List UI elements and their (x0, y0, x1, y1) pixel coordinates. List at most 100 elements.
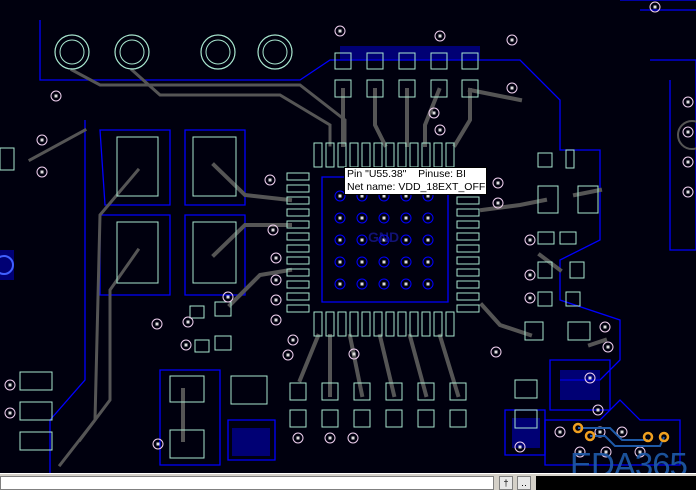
mounting-hole-inner (205, 39, 231, 65)
pad (397, 142, 407, 168)
via-drill (351, 436, 355, 440)
pad (456, 304, 480, 313)
pad (417, 409, 435, 428)
via-drill (382, 282, 386, 286)
bottom-bar: † ‥ (0, 473, 696, 490)
via-drill (438, 34, 442, 38)
pad (456, 280, 480, 289)
pcb-layout[interactable] (0, 0, 696, 473)
via-drill (8, 411, 12, 415)
pad (353, 409, 371, 428)
via-drill (274, 278, 278, 282)
via-drill (291, 338, 295, 342)
via-drill (598, 430, 602, 434)
via-drill (596, 408, 600, 412)
via-drill (271, 228, 275, 232)
via-drill (528, 296, 532, 300)
mounting-hole-inner (119, 39, 145, 65)
via-drill (226, 295, 230, 299)
via-drill (494, 350, 498, 354)
pad (361, 311, 371, 337)
via-drill (382, 260, 386, 264)
via-drill (426, 238, 430, 242)
via-drill (338, 238, 342, 242)
toolbar-button-2[interactable]: ‥ (517, 476, 531, 490)
trace (297, 333, 321, 383)
traces (27, 67, 608, 468)
pad (445, 311, 455, 337)
trace (377, 333, 397, 398)
via-drill (274, 318, 278, 322)
via-drill (518, 445, 522, 449)
via-drill (653, 5, 657, 9)
via-drill (510, 38, 514, 42)
pcb-canvas[interactable]: GND Pin "U55.38" Pinuse: BI Net name: VDD… (0, 0, 696, 481)
pad (567, 321, 591, 341)
command-input[interactable] (0, 476, 494, 490)
mounting-hole-inner (262, 39, 288, 65)
pad (286, 208, 310, 217)
via-drill (360, 282, 364, 286)
via-drill (426, 216, 430, 220)
pad (286, 292, 310, 301)
via-drill (404, 216, 408, 220)
via-drill (438, 128, 442, 132)
via-drill (338, 282, 342, 286)
pad (456, 268, 480, 277)
via-drill (338, 194, 342, 198)
pad (313, 142, 323, 168)
pad (421, 311, 431, 337)
pad (289, 409, 307, 428)
via-drill (558, 430, 562, 434)
pad (514, 379, 538, 399)
mounting-hole-inner (59, 39, 85, 65)
toolbar-button-1[interactable]: † (499, 476, 513, 490)
pad (409, 142, 419, 168)
trace (77, 247, 141, 443)
trace (27, 127, 88, 163)
pad (373, 311, 383, 337)
pad (286, 304, 310, 313)
pad (349, 311, 359, 337)
tooltip-pin-line: Pin "U55.38" Pinuse: BI (347, 168, 466, 180)
thermal-pad-label: GND (368, 229, 400, 245)
via-drill (338, 216, 342, 220)
pad (385, 409, 403, 428)
pad (19, 431, 53, 451)
via-drill (274, 256, 278, 260)
trace (587, 337, 608, 348)
pad (456, 232, 480, 241)
trace (129, 67, 332, 147)
pad (169, 375, 205, 403)
via-drill (496, 201, 500, 205)
pad (449, 409, 467, 428)
pad (385, 311, 395, 337)
pad (537, 231, 555, 245)
pad (230, 375, 268, 405)
pad (433, 142, 443, 168)
pad (337, 311, 347, 337)
via-drill (360, 238, 364, 242)
via-drill (496, 181, 500, 185)
pad (445, 142, 455, 168)
pad (286, 184, 310, 193)
pad (537, 152, 553, 168)
pad (321, 409, 339, 428)
via-drill (360, 216, 364, 220)
status-field (536, 476, 696, 490)
via-drill (404, 238, 408, 242)
pad (409, 311, 419, 337)
via-drill (686, 190, 690, 194)
trace (437, 333, 461, 398)
pad (286, 172, 310, 181)
trace (572, 187, 603, 198)
pad (214, 335, 232, 351)
trace (57, 167, 141, 468)
pad (397, 311, 407, 337)
pad (325, 311, 335, 337)
via-drill (54, 94, 58, 98)
mounting-holes (0, 34, 696, 275)
pad (385, 142, 395, 168)
via-drill (404, 260, 408, 264)
pad (524, 321, 544, 341)
